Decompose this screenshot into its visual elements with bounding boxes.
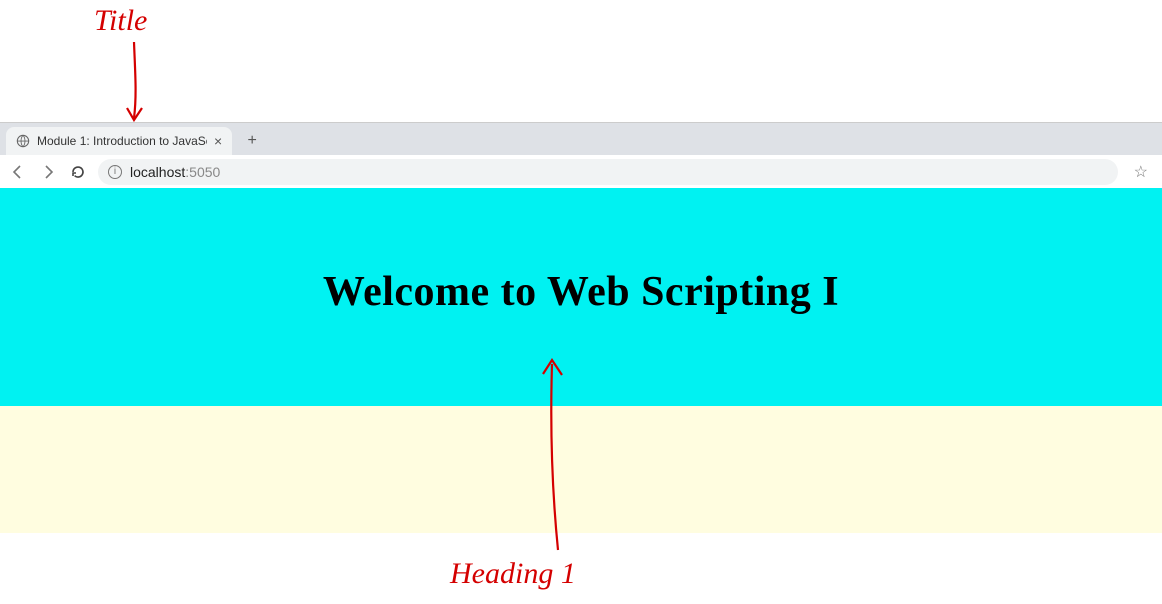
- url-port: :5050: [185, 164, 220, 180]
- browser-toolbar: i localhost:5050 ☆: [0, 155, 1162, 189]
- annotation-title-label: Title: [94, 4, 147, 38]
- address-bar[interactable]: i localhost:5050: [98, 159, 1118, 185]
- new-tab-button[interactable]: +: [238, 127, 266, 155]
- forward-button[interactable]: [38, 162, 58, 182]
- page-heading-1: Welcome to Web Scripting I: [0, 188, 1162, 406]
- annotation-heading-arrow: [530, 350, 580, 560]
- page-body: Welcome to Web Scripting I: [0, 188, 1162, 533]
- annotation-heading-label: Heading 1: [450, 557, 576, 591]
- url-text: localhost:5050: [130, 164, 1108, 180]
- tab-strip: Module 1: Introduction to JavaSc × +: [0, 123, 1162, 155]
- bookmark-star-icon[interactable]: ☆: [1128, 162, 1154, 182]
- globe-icon: [16, 134, 30, 148]
- back-button[interactable]: [8, 162, 28, 182]
- page-viewport: Welcome to Web Scripting I: [0, 188, 1162, 604]
- close-tab-icon[interactable]: ×: [214, 133, 222, 149]
- site-info-icon[interactable]: i: [108, 165, 122, 179]
- url-host: localhost: [130, 164, 185, 180]
- browser-tab[interactable]: Module 1: Introduction to JavaSc ×: [6, 127, 232, 155]
- browser-chrome: Module 1: Introduction to JavaSc × + i l…: [0, 122, 1162, 189]
- tab-title: Module 1: Introduction to JavaSc: [37, 134, 207, 148]
- annotation-title-arrow: [120, 40, 150, 130]
- reload-button[interactable]: [68, 162, 88, 182]
